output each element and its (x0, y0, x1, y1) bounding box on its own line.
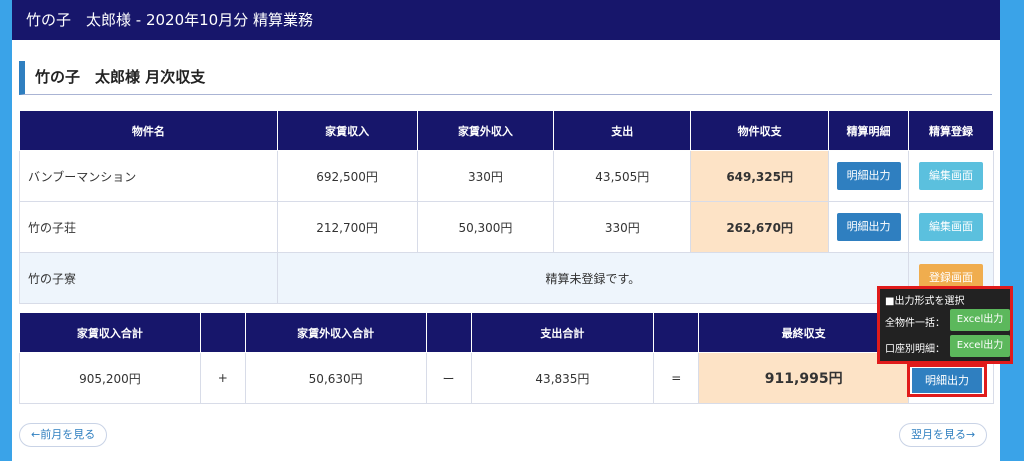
rent-cell: 212,700円 (276, 201, 418, 253)
edit-screen-button[interactable]: 編集画面 (919, 162, 984, 190)
expense-cell: 43,505円 (553, 150, 692, 202)
minus-sign: ー (425, 352, 472, 404)
rent-cell: 692,500円 (276, 150, 418, 202)
col-header-rent-total: 家賃収入合計 (19, 312, 201, 353)
summary-row: 905,200円 + 50,630円 ー 43,835円 = 911,995円 (19, 352, 994, 404)
property-name: バンブーマンション (19, 150, 278, 202)
right-side-strip (1000, 0, 1024, 461)
other-income-cell: 330円 (416, 150, 555, 202)
col-header-expense: 支出 (553, 110, 692, 151)
col-header-balance: 物件収支 (690, 110, 830, 151)
col-header-other-income: 家賃外収入 (416, 110, 555, 151)
expense-cell: 330円 (553, 201, 692, 253)
prev-month-link[interactable]: ←前月を見る (19, 423, 108, 447)
plus-sign: + (199, 352, 246, 404)
detail-cell: 明細出力 (828, 150, 910, 202)
table-header-row: 物件名 家賃収入 家賃外収入 支出 物件収支 精算明細 精算登録 (19, 110, 994, 151)
popup-title: ■出力形式を選択 (885, 296, 965, 307)
other-total: 50,630円 (244, 352, 427, 404)
register-cell: 編集画面 (908, 150, 994, 202)
edit-screen-button[interactable]: 編集画面 (919, 213, 984, 241)
table-row: 竹の子荘 212,700円 50,300円 330円 262,670円 明細出力… (19, 201, 994, 253)
col-header-other-total: 家賃外収入合計 (244, 312, 427, 353)
col-header-detail: 精算明細 (828, 110, 910, 151)
property-name: 竹の子荘 (19, 201, 278, 253)
table-row: バンブーマンション 692,500円 330円 43,505円 649,325円… (19, 150, 994, 202)
excel-account-button[interactable]: Excel出力 (950, 335, 1010, 357)
summary-detail-output-button[interactable]: 明細出力 (912, 368, 982, 393)
per-account-label: 口座別明細： (885, 344, 945, 355)
col-header-expense-total: 支出合計 (470, 312, 655, 353)
table-row-unregistered: 竹の子寮 精算未登録です。 登録画面 (19, 252, 994, 304)
section-title: 竹の子 太郎様 月次収支 (19, 61, 992, 95)
property-table: 物件名 家賃収入 家賃外収入 支出 物件収支 精算明細 精算登録 バンブーマンシ… (19, 110, 994, 304)
property-name: 竹の子寮 (19, 252, 278, 304)
register-cell: 編集画面 (908, 201, 994, 253)
equals-sign: = (653, 352, 700, 404)
balance-cell: 649,325円 (690, 150, 830, 202)
expense-total: 43,835円 (470, 352, 655, 404)
detail-output-button[interactable]: 明細出力 (836, 213, 901, 241)
excel-all-button[interactable]: Excel出力 (950, 309, 1010, 331)
all-properties-label: 全物件一括： (885, 318, 945, 329)
detail-cell: 明細出力 (828, 201, 910, 253)
rent-total: 905,200円 (19, 352, 201, 404)
col-header-register: 精算登録 (908, 110, 994, 151)
unregistered-message: 精算未登録です。 (276, 252, 910, 304)
output-format-popup: ■出力形式を選択 全物件一括： Excel出力 口座別明細： Excel出力 (877, 286, 1013, 364)
balance-cell: 262,670円 (690, 201, 830, 253)
other-income-cell: 50,300円 (416, 201, 555, 253)
summary-table: 家賃収入合計 家賃外収入合計 支出合計 最終収支 905,200円 + 50,6… (19, 312, 994, 404)
page-title: 竹の子 太郎様 - 2020年10月分 精算業務 (26, 11, 313, 29)
summary-header-row: 家賃収入合計 家賃外収入合計 支出合計 最終収支 (19, 312, 994, 353)
page-header: 竹の子 太郎様 - 2020年10月分 精算業務 (12, 0, 1000, 40)
detail-output-button[interactable]: 明細出力 (836, 162, 901, 190)
next-month-link[interactable]: 翌月を見る→ (899, 423, 988, 447)
col-header-property: 物件名 (19, 110, 278, 151)
col-header-rent: 家賃収入 (276, 110, 418, 151)
left-side-strip (0, 0, 12, 461)
